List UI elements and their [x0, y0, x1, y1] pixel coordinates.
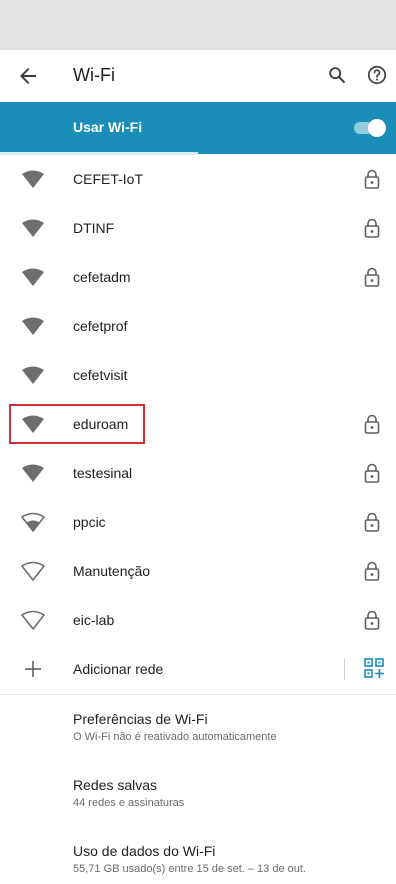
pref-summary: O Wi-Fi não é reativado automaticamente — [73, 731, 277, 743]
network-row[interactable]: cefetvisit — [0, 351, 396, 400]
pref-title: Preferências de Wi-Fi — [73, 711, 208, 727]
pref-summary: 44 redes e assinaturas — [73, 797, 185, 809]
lock-icon — [364, 610, 380, 630]
saved-networks-item[interactable]: Redes salvas 44 redes e assinaturas — [73, 777, 383, 809]
network-row[interactable]: Manutenção — [0, 547, 396, 596]
network-ssid: eic-lab — [73, 612, 115, 628]
network-ssid: testesinal — [73, 465, 133, 481]
wifi-preferences-item[interactable]: Preferências de Wi-Fi O Wi-Fi não é reat… — [73, 711, 383, 743]
network-ssid: Manutenção — [73, 563, 151, 579]
highlight-box — [9, 404, 145, 444]
network-row[interactable]: ppcic — [0, 498, 396, 547]
add-network-label: Adicionar rede — [73, 661, 164, 677]
wifi-toggle[interactable] — [354, 119, 386, 137]
use-wifi-switch-row[interactable]: Usar Wi-Fi — [0, 102, 396, 154]
network-ssid: cefetvisit — [73, 367, 128, 383]
lock-icon — [364, 512, 380, 532]
arrow-back-icon[interactable] — [16, 64, 40, 88]
page-title: Wi-Fi — [73, 65, 115, 85]
lock-icon — [364, 169, 380, 189]
wifi-signal-icon — [21, 512, 45, 532]
wifi-signal-icon — [22, 268, 44, 286]
wifi-signal-icon — [22, 317, 44, 335]
search-icon[interactable] — [326, 64, 348, 86]
lock-icon — [364, 414, 380, 434]
lock-icon — [364, 561, 380, 581]
app-toolbar: Wi-Fi — [0, 50, 396, 102]
network-row[interactable]: cefetadm — [0, 253, 396, 302]
wifi-signal-icon — [21, 561, 45, 581]
add-network-row[interactable]: Adicionar rede — [0, 645, 396, 694]
lock-icon — [364, 463, 380, 483]
wifi-signal-icon — [22, 464, 44, 482]
network-ssid: cefetadm — [73, 269, 131, 285]
use-wifi-label: Usar Wi-Fi — [73, 119, 143, 135]
network-row[interactable]: cefetprof — [0, 302, 396, 351]
network-row[interactable]: CEFET-IoT — [0, 155, 396, 204]
wifi-signal-icon — [21, 610, 45, 630]
help-icon[interactable] — [366, 64, 388, 86]
lock-icon — [364, 267, 380, 287]
status-bar — [0, 0, 396, 50]
network-ssid: DTINF — [73, 220, 115, 236]
wifi-signal-icon — [22, 219, 44, 237]
pref-title: Redes salvas — [73, 777, 158, 793]
wifi-signal-icon — [22, 366, 44, 384]
network-ssid: CEFET-IoT — [73, 171, 144, 187]
plus-icon — [25, 661, 41, 677]
pref-title: Uso de dados do Wi-Fi — [73, 843, 216, 859]
network-ssid: cefetprof — [73, 318, 128, 334]
wifi-signal-icon — [22, 170, 44, 188]
pref-summary: 55,71 GB usado(s) entre 15 de set. – 13 … — [73, 863, 306, 875]
divider — [0, 694, 396, 695]
toggle-thumb — [368, 119, 386, 137]
wifi-data-usage-item[interactable]: Uso de dados do Wi-Fi 55,71 GB usado(s) … — [73, 843, 383, 875]
network-row[interactable]: testesinal — [0, 449, 396, 498]
divider — [344, 658, 345, 680]
network-row[interactable]: DTINF — [0, 204, 396, 253]
network-ssid: ppcic — [73, 514, 106, 530]
qr-code-scan-icon[interactable] — [364, 658, 384, 680]
network-row[interactable]: eic-lab — [0, 596, 396, 645]
lock-icon — [364, 218, 380, 238]
